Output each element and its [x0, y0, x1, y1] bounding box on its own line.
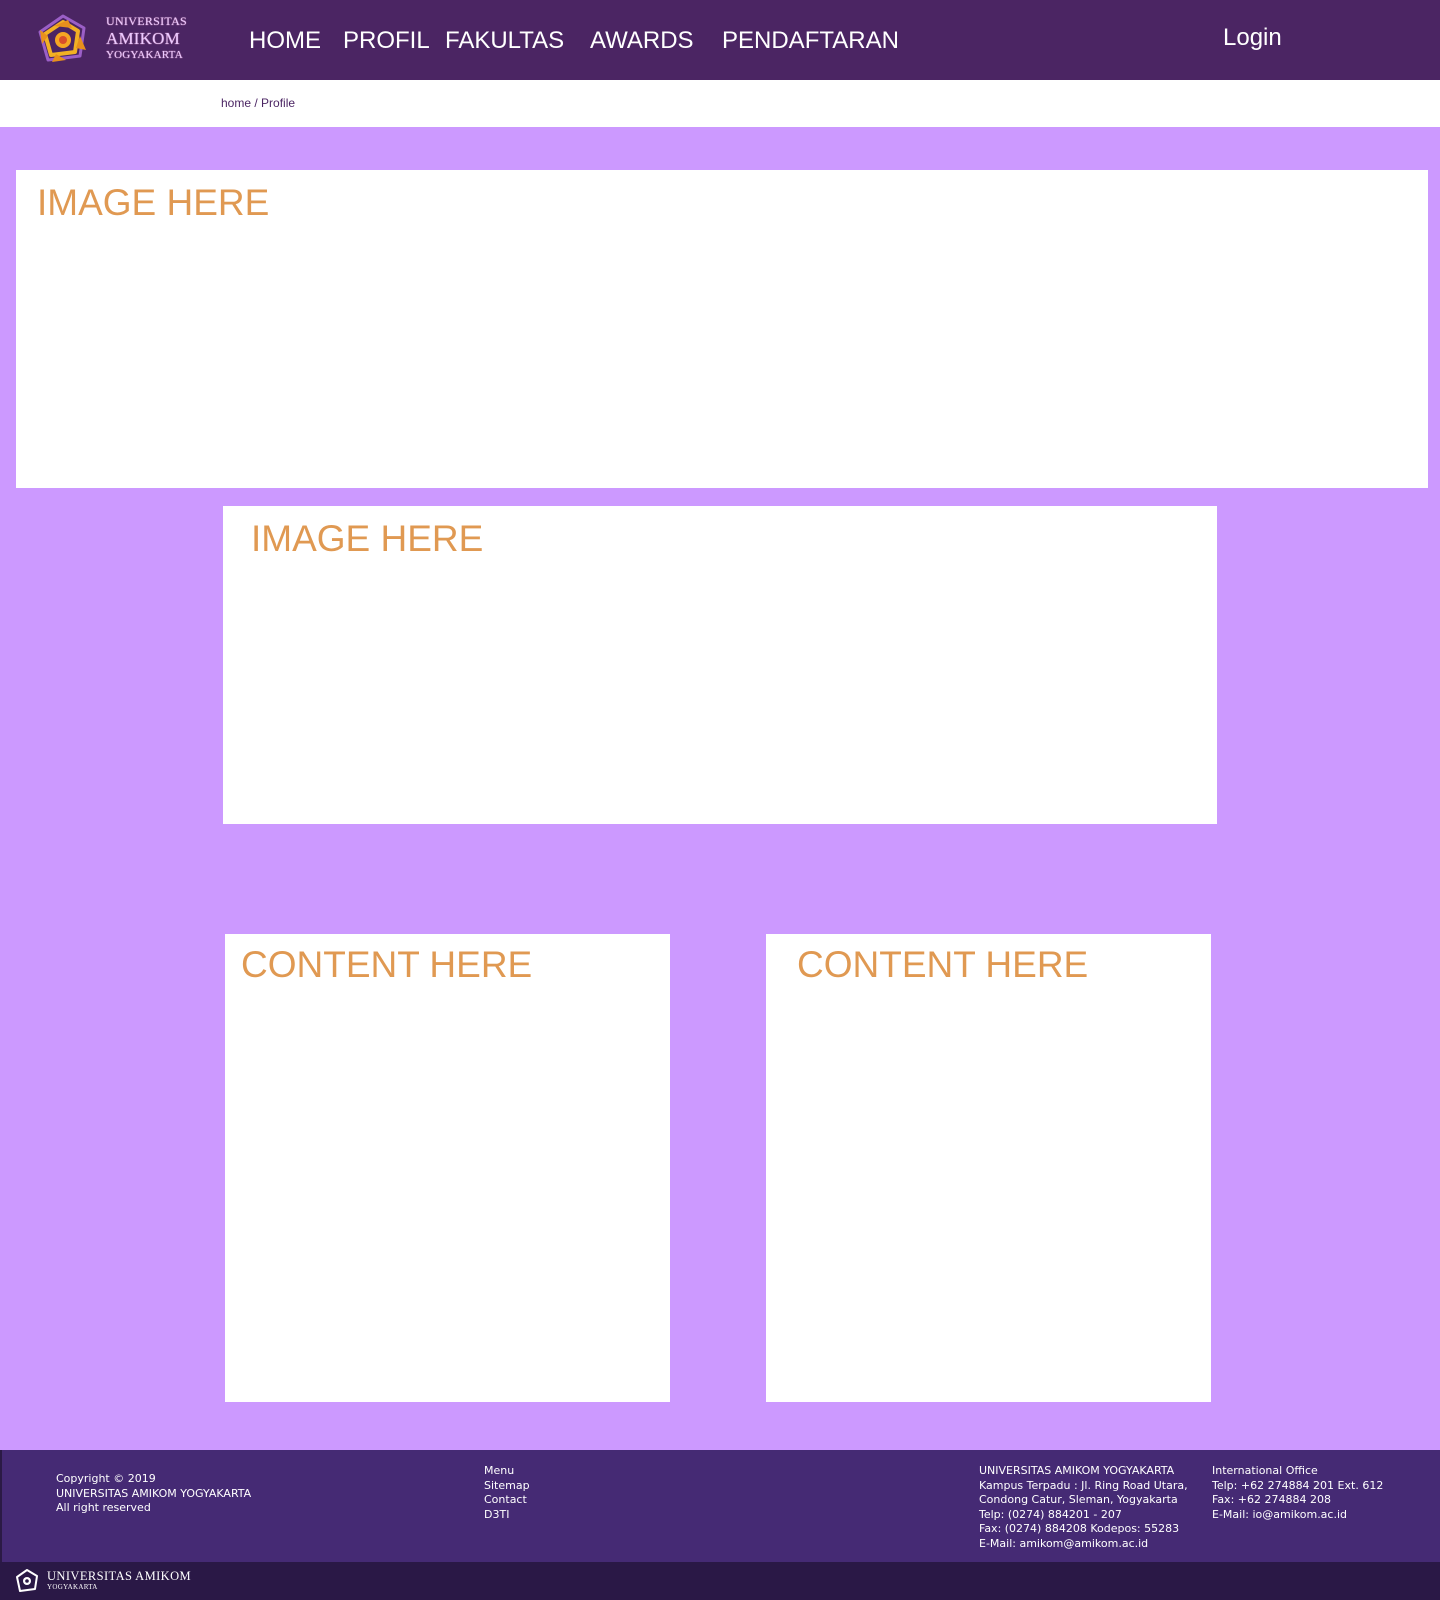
intl-office-email: E-Mail: io@amikom.ac.id: [1212, 1507, 1348, 1521]
address-line: Kampus Terpadu : Jl. Ring Road Utara,: [979, 1478, 1188, 1492]
amikom-emblem-icon: [16, 1569, 38, 1592]
nav-fakultas[interactable]: FAKULTAS: [445, 27, 564, 55]
secondary-image-label: IMAGE HERE: [251, 518, 484, 559]
nav-home[interactable]: HOME: [249, 27, 321, 55]
content-card-right: CONTENT HERE: [766, 934, 1211, 1402]
footer-link-sitemap[interactable]: Sitemap: [484, 1479, 530, 1494]
breadcrumb-bar: home / Profile: [0, 80, 1440, 127]
intl-office-fax: Fax: +62 274884 208: [1212, 1493, 1331, 1506]
footer-link-menu[interactable]: Menu: [484, 1464, 530, 1479]
logo-wordmark: UNIVERSITAS AMIKOM YOGYAKARTA: [106, 15, 187, 61]
copyright-org: UNIVERSITAS AMIKOM YOGYAKARTA: [56, 1486, 252, 1500]
nav-profil[interactable]: PROFIL: [343, 27, 430, 55]
amikom-emblem-icon: [38, 14, 86, 62]
copyright-line: Copyright © 2019: [56, 1472, 156, 1485]
sub-footer-city: YOGYAKARTA: [47, 1582, 98, 1591]
address-line: Condong Catur, Sleman, Yogyakarta: [979, 1493, 1178, 1506]
footer-link-d3ti[interactable]: D3TI: [484, 1508, 530, 1523]
address-email: E-Mail: amikom@amikom.ac.id: [979, 1536, 1149, 1550]
footer: Copyright © 2019 UNIVERSITAS AMIKOM YOGY…: [0, 1450, 1440, 1562]
address-phone: Telp: (0274) 884201 - 207: [979, 1507, 1122, 1521]
logo-line-1: UNIVERSITAS: [106, 14, 188, 28]
intl-office-title: International Office: [1212, 1464, 1318, 1477]
login-link[interactable]: Login: [1223, 24, 1282, 52]
intl-office-phone: Telp: +62 274884 201 Ext. 612: [1212, 1478, 1384, 1492]
content-card-left: CONTENT HERE: [225, 934, 670, 1402]
logo-line-3: YOGYAKARTA: [106, 49, 183, 61]
footer-links: Menu Sitemap Contact D3TI: [484, 1464, 530, 1522]
content-card-left-label: CONTENT HERE: [241, 944, 533, 985]
breadcrumb: home / Profile: [221, 96, 295, 110]
footer-international-office: International Office Telp: +62 274884 20…: [1212, 1464, 1383, 1522]
university-logo[interactable]: UNIVERSITAS AMIKOM YOGYAKARTA: [34, 12, 194, 68]
footer-copyright: Copyright © 2019 UNIVERSITAS AMIKOM YOGY…: [56, 1472, 251, 1516]
copyright-rights: All right reserved: [56, 1501, 151, 1514]
hero-image-label: IMAGE HERE: [37, 182, 270, 223]
footer-address: UNIVERSITAS AMIKOM YOGYAKARTA Kampus Ter…: [979, 1464, 1188, 1551]
sub-footer-name: UNIVERSITAS AMIKOM: [47, 1569, 192, 1583]
footer-link-contact[interactable]: Contact: [484, 1493, 530, 1508]
nav-awards[interactable]: AWARDS: [590, 27, 694, 55]
hero-image-placeholder: IMAGE HERE: [16, 170, 1428, 488]
secondary-image-placeholder: IMAGE HERE: [223, 506, 1217, 824]
content-card-right-label: CONTENT HERE: [797, 944, 1089, 985]
address-line: UNIVERSITAS AMIKOM YOGYAKARTA: [979, 1464, 1175, 1477]
top-navbar: UNIVERSITAS AMIKOM YOGYAKARTA HOME PROFI…: [0, 0, 1440, 80]
breadcrumb-home-link[interactable]: home: [221, 96, 251, 110]
nav-pendaftaran[interactable]: PENDAFTARAN: [722, 27, 899, 55]
sub-footer: UNIVERSITAS AMIKOM YOGYAKARTA: [0, 1562, 1440, 1600]
breadcrumb-current: Profile: [261, 96, 296, 110]
breadcrumb-separator: /: [251, 96, 262, 110]
sub-footer-wordmark: UNIVERSITAS AMIKOM YOGYAKARTA: [47, 1570, 191, 1591]
address-fax: Fax: (0274) 884208 Kodepos: 55283: [979, 1522, 1180, 1535]
logo-line-2: AMIKOM: [106, 29, 180, 48]
